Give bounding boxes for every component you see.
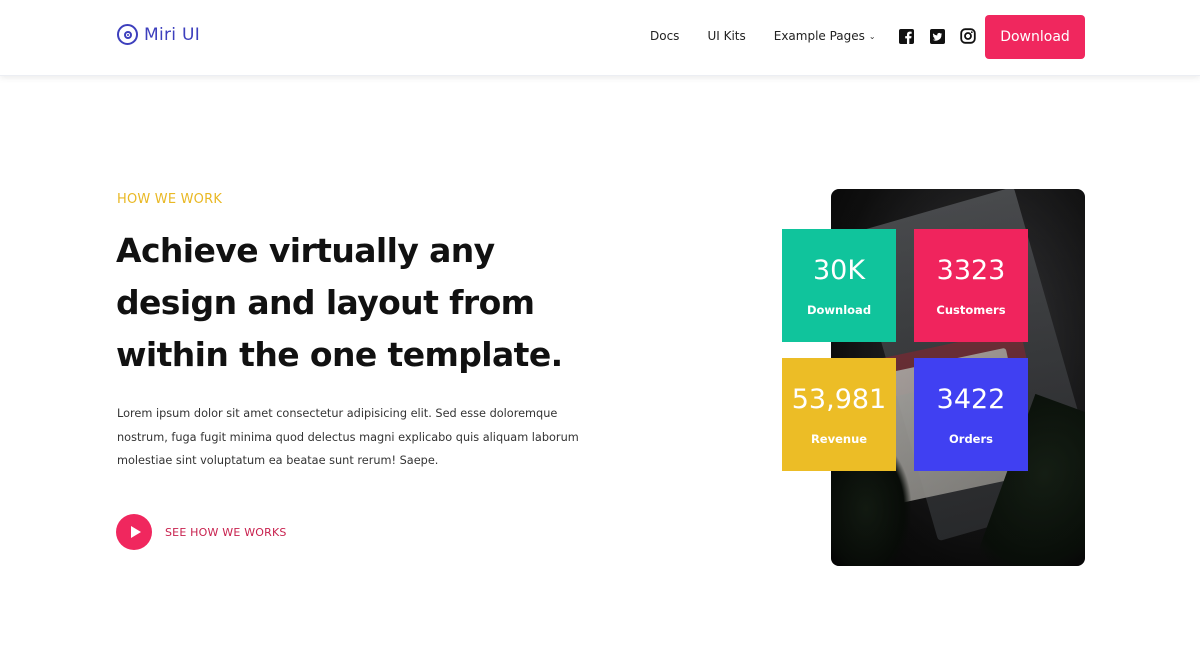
play-button[interactable] xyxy=(116,514,152,550)
see-how-we-work-link[interactable]: SEE HOW WE WORKS xyxy=(116,514,287,550)
logo-icon xyxy=(117,24,138,45)
facebook-icon[interactable] xyxy=(898,28,915,45)
stat-card-customers: 3323 Customers xyxy=(914,229,1028,342)
stat-label: Orders xyxy=(949,432,993,446)
play-icon xyxy=(130,526,141,538)
site-header: Miri UI Docs UI Kits Example Pages ⌄ Dow… xyxy=(0,0,1200,76)
nav-docs[interactable]: Docs xyxy=(650,29,679,43)
nav-ui-kits[interactable]: UI Kits xyxy=(707,29,745,43)
instagram-icon[interactable] xyxy=(960,28,977,45)
see-how-we-work-label: SEE HOW WE WORKS xyxy=(165,525,287,539)
stat-label: Customers xyxy=(936,303,1006,317)
logo-text: Miri UI xyxy=(144,24,201,45)
chevron-down-icon: ⌄ xyxy=(868,32,876,41)
stat-value: 53,981 xyxy=(791,384,887,415)
nav-example-pages-label: Example Pages xyxy=(773,29,865,43)
stat-card-revenue: 53,981 Revenue xyxy=(782,358,896,471)
stat-card-download: 30K Download xyxy=(782,229,896,342)
main-nav: Docs UI Kits Example Pages ⌄ xyxy=(640,0,977,72)
stat-label: Download xyxy=(806,303,872,317)
section-eyebrow: HOW WE WORK xyxy=(117,192,223,207)
twitter-icon[interactable] xyxy=(929,28,946,45)
download-button[interactable]: Download xyxy=(985,15,1085,59)
social-links xyxy=(898,28,977,45)
hero-headline: Achieve virtually any design and layout … xyxy=(116,231,563,374)
nav-example-pages[interactable]: Example Pages ⌄ xyxy=(774,29,876,43)
logo[interactable]: Miri UI xyxy=(117,24,200,45)
stat-card-orders: 3422 Orders xyxy=(914,358,1028,471)
stat-value: 30K xyxy=(812,255,866,286)
hero-description: Lorem ipsum dolor sit amet consectetur a… xyxy=(117,407,579,467)
stat-value: 3323 xyxy=(936,255,1006,286)
stat-value: 3422 xyxy=(936,384,1006,415)
stat-label: Revenue xyxy=(810,432,868,446)
